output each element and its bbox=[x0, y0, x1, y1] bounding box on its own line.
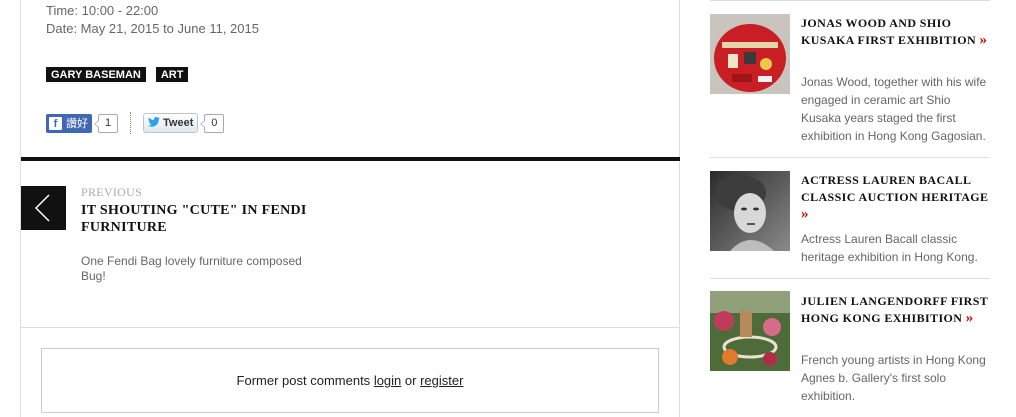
jonas-wood-thumbnail[interactable] bbox=[710, 14, 790, 94]
comment-prompt-box: Former post comments login or register bbox=[41, 348, 659, 413]
twitter-bird-icon bbox=[148, 116, 160, 130]
more-arrow-icon: » bbox=[965, 310, 974, 326]
comment-or-text: or bbox=[404, 373, 417, 388]
sidebar-item: JONAS WOOD AND SHIO KUSAKA FIRST EXHIBIT… bbox=[710, 0, 990, 158]
comments-divider bbox=[21, 327, 680, 328]
event-time: Time: 10:00 - 22:00 bbox=[46, 3, 159, 18]
comment-prompt-text: Former post comments bbox=[236, 373, 371, 388]
sidebar-item-title[interactable]: JULIEN LANGENDORFF FIRST HONG KONG EXHIB… bbox=[801, 293, 991, 327]
event-meta: Time: 10:00 - 22:00 Date: May 21, 2015 t… bbox=[46, 2, 259, 38]
register-link[interactable]: register bbox=[420, 373, 463, 388]
article-main: Time: 10:00 - 22:00 Date: May 21, 2015 t… bbox=[20, 0, 680, 417]
lauren-bacall-thumbnail[interactable] bbox=[710, 171, 790, 251]
chevron-left-icon bbox=[34, 194, 50, 222]
tweet-count: 0 bbox=[200, 113, 225, 133]
section-divider bbox=[21, 157, 680, 161]
share-bar: f 讚好 1 Tweet 0 bbox=[46, 112, 225, 134]
previous-post-excerpt: One Fendi Bag lovely furniture composed … bbox=[81, 254, 302, 283]
login-link[interactable]: login bbox=[374, 373, 401, 388]
previous-label: PREVIOUS bbox=[81, 185, 143, 199]
event-date: Date: May 21, 2015 to June 11, 2015 bbox=[46, 21, 259, 36]
sidebar-item-excerpt: Actress Lauren Bacall classic heritage e… bbox=[801, 232, 978, 264]
tweet-button[interactable]: Tweet bbox=[143, 113, 199, 133]
facebook-like-button[interactable]: f 讚好 bbox=[46, 113, 92, 133]
sidebar-item-title[interactable]: ACTRESS LAUREN BACALL CLASSIC AUCTION HE… bbox=[801, 172, 991, 223]
sidebar-item-excerpt: French young artists in Hong Kong Agnes … bbox=[801, 353, 986, 403]
tag-art[interactable]: ART bbox=[155, 67, 189, 82]
tweet-label: Tweet bbox=[163, 117, 194, 129]
share-divider bbox=[130, 112, 131, 134]
sidebar-item-title[interactable]: JONAS WOOD AND SHIO KUSAKA FIRST EXHIBIT… bbox=[801, 15, 991, 49]
more-arrow-icon: » bbox=[979, 32, 988, 48]
previous-post-arrow[interactable] bbox=[21, 186, 66, 230]
facebook-like-count: 1 bbox=[94, 113, 118, 133]
facebook-icon: f bbox=[49, 116, 62, 130]
facebook-like-label: 讚好 bbox=[66, 118, 88, 130]
tag-list: GARY BASEMAN ART bbox=[46, 67, 189, 82]
tag-gary-baseman[interactable]: GARY BASEMAN bbox=[46, 67, 146, 82]
more-arrow-icon: » bbox=[801, 206, 809, 222]
sidebar-item: JULIEN LANGENDORFF FIRST HONG KONG EXHIB… bbox=[710, 279, 990, 417]
previous-post-title[interactable]: IT SHOUTING "CUTE" IN FENDI FURNITURE bbox=[81, 202, 381, 236]
sidebar-item: ACTRESS LAUREN BACALL CLASSIC AUCTION HE… bbox=[710, 158, 990, 279]
julien-langendorff-thumbnail[interactable] bbox=[710, 291, 790, 371]
sidebar-item-excerpt: Jonas Wood, together with his wife engag… bbox=[801, 75, 987, 143]
